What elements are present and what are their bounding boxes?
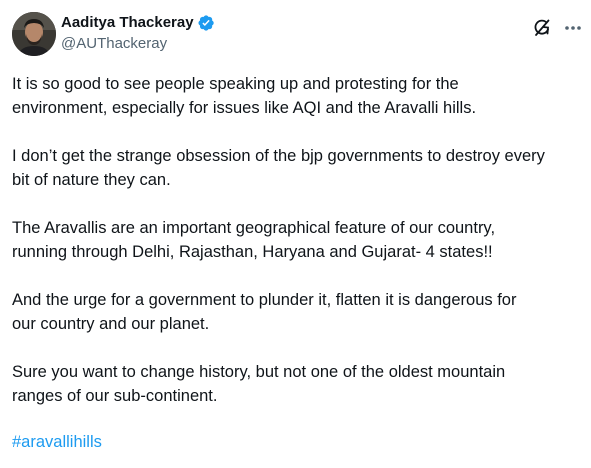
display-name[interactable]: Aaditya Thackeray: [61, 13, 194, 33]
more-options-icon[interactable]: [562, 17, 584, 39]
tweet-paragraph-4: And the urge for a government to plunder…: [12, 291, 517, 333]
display-name-row: Aaditya Thackeray: [61, 13, 215, 33]
tweet-header: Aaditya Thackeray @AUThackeray: [12, 12, 581, 60]
tweet-paragraph-1: It is so good to see people speaking up …: [12, 75, 477, 117]
author-info: Aaditya Thackeray @AUThackeray: [61, 13, 215, 54]
hashtag-link[interactable]: #aravallihills: [12, 430, 102, 454]
tweet-paragraph-3: The Aravallis are an important geographi…: [12, 219, 496, 261]
author-handle[interactable]: @AUThackeray: [61, 34, 215, 54]
avatar[interactable]: [12, 12, 56, 56]
grok-icon[interactable]: [531, 17, 553, 39]
tweet-paragraph-5: Sure you want to change history, but not…: [12, 363, 506, 405]
tweet-card[interactable]: Aaditya Thackeray @AUThackeray It is so …: [0, 0, 591, 468]
tweet-paragraph-2: I don’t get the strange obsession of the…: [12, 147, 545, 189]
verified-badge-icon[interactable]: [197, 14, 215, 32]
